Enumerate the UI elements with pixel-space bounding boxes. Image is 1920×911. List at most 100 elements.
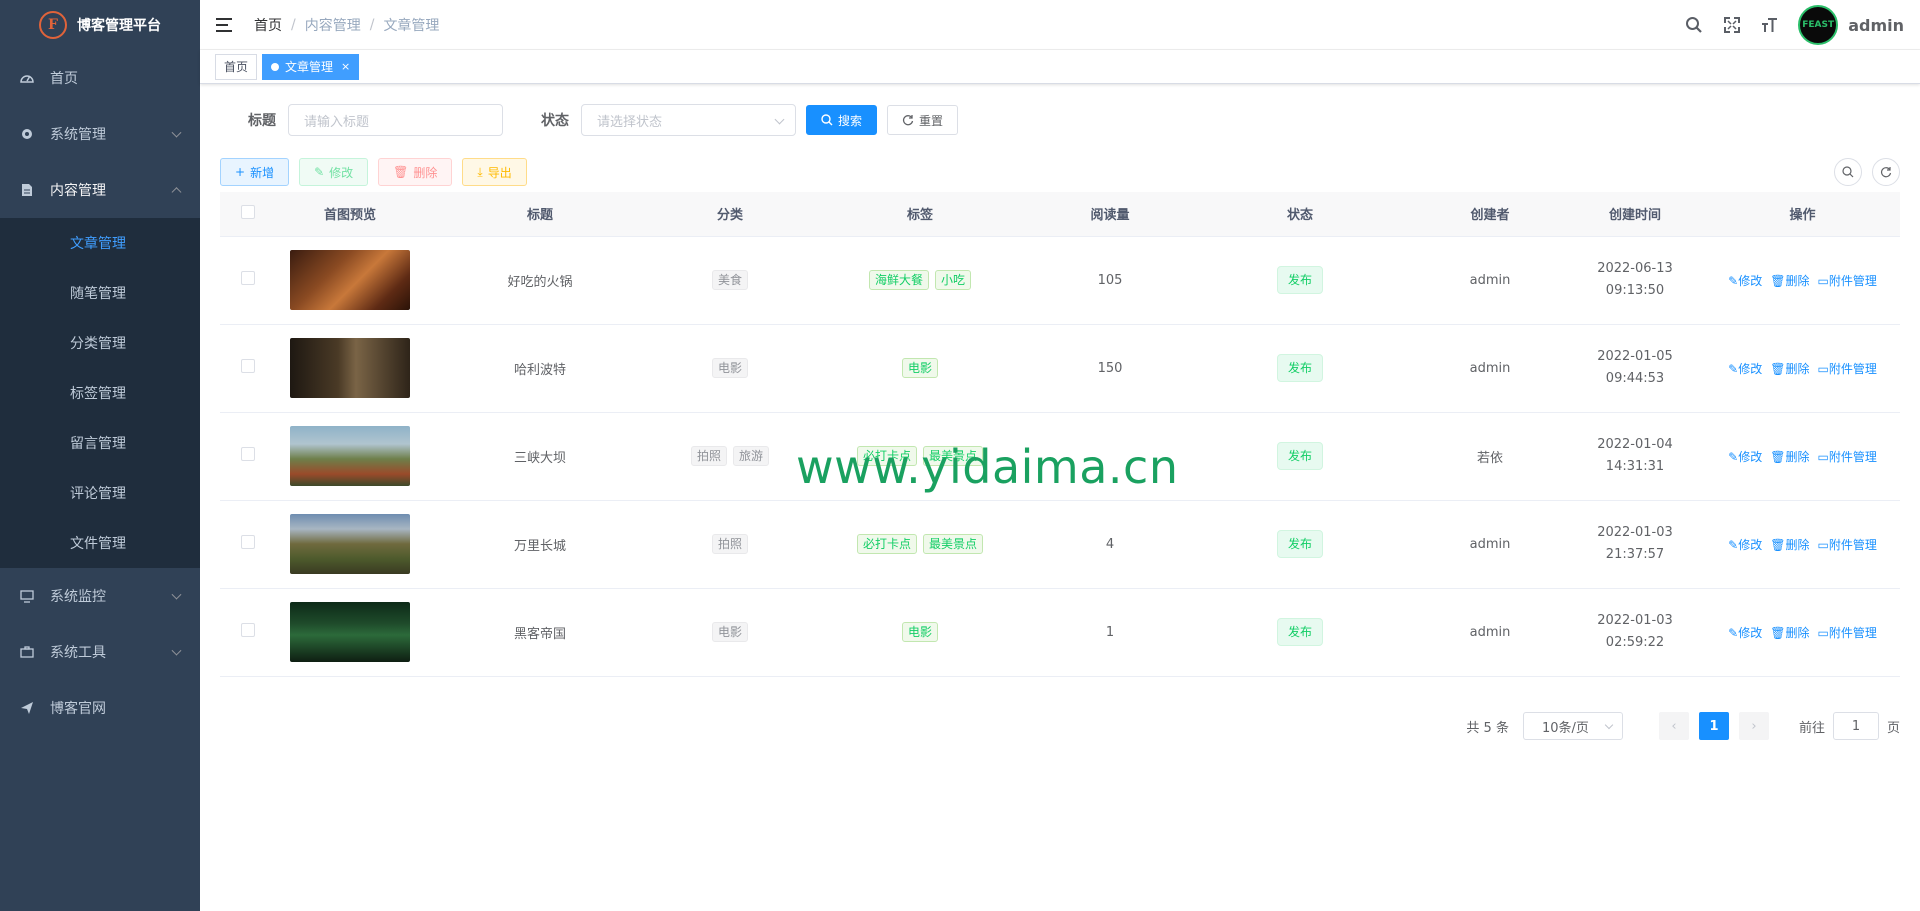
row-edit-button[interactable]: ✎修改 <box>1728 360 1762 377</box>
category-tag: 电影 <box>711 358 748 378</box>
row-delete-button[interactable]: 🗑︎删除 <box>1770 360 1809 377</box>
row-attachment-button[interactable]: ▭附件管理 <box>1817 360 1876 377</box>
table-row[interactable]: 哈利波特 电影 电影 150 发布 admin 2022-01-05 09:44… <box>220 324 1900 413</box>
sidebar-subitem-tags[interactable]: 标签管理 <box>0 368 200 418</box>
sidebar-item-monitor[interactable]: 系统监控 <box>0 568 200 624</box>
row-edit-button[interactable]: ✎修改 <box>1728 624 1762 641</box>
page-number-button[interactable]: 1 <box>1698 712 1729 740</box>
tab-home[interactable]: 首页 <box>215 53 258 80</box>
refresh-icon <box>1880 167 1892 178</box>
hamburger-icon[interactable] <box>216 17 236 33</box>
chevron-down-icon <box>774 114 785 125</box>
select-all-checkbox[interactable] <box>240 204 255 219</box>
table-row[interactable]: 万里长城 拍照 必打卡点 最美景点 4 发布 admin 2022-01-03 2… <box>220 500 1900 589</box>
page-size-select[interactable]: 10条/页 <box>1522 712 1623 740</box>
row-attachment-button[interactable]: ▭附件管理 <box>1817 272 1876 289</box>
table-toolbar: + 新增 ✎ 修改 🗑︎ 删除 ⤓ 导出 <box>220 158 1900 186</box>
cover-image[interactable] <box>290 338 410 398</box>
row-checkbox[interactable] <box>240 535 255 549</box>
sidebar-subitem-messages[interactable]: 留言管理 <box>0 418 200 468</box>
tab-articles[interactable]: 文章管理 × <box>262 53 360 80</box>
prev-page-button[interactable]: ‹ <box>1658 712 1689 740</box>
row-edit-button[interactable]: ✎修改 <box>1728 272 1762 289</box>
avatar[interactable]: FEAST <box>1798 5 1839 45</box>
main-content: 标题 请输入标题 状态 请选择状态 搜索 重置 + 新增 ✎ 修改 🗑︎ 删除 <box>200 84 1920 911</box>
app-logo[interactable]: F 博客管理平台 <box>0 0 200 50</box>
created-time-cell: 2022-01-03 02:59:22 <box>1565 588 1705 677</box>
created-time: 14:31:31 <box>1605 459 1665 474</box>
search-icon[interactable] <box>1684 15 1704 35</box>
row-checkbox[interactable] <box>240 447 255 461</box>
sidebar-item-content[interactable]: 内容管理 <box>0 162 200 218</box>
sidebar-subitem-comments[interactable]: 评论管理 <box>0 468 200 518</box>
export-button[interactable]: ⤓ 导出 <box>462 158 527 186</box>
title-cell: 哈利波特 <box>425 324 655 413</box>
sidebar-subitem-files[interactable]: 文件管理 <box>0 518 200 568</box>
table-row[interactable]: 黑客帝国 电影 电影 1 发布 admin 2022-01-03 02:59:2… <box>220 588 1900 677</box>
sidebar-item-label: 系统工具 <box>50 645 106 661</box>
status-select[interactable]: 请选择状态 <box>581 104 796 136</box>
next-page-button[interactable]: › <box>1738 712 1769 740</box>
table-row[interactable]: 三峡大坝 拍照 旅游 必打卡点 最美景点 发布 若依 2022-01-04 14:3… <box>220 412 1900 501</box>
chevron-up-icon <box>171 187 182 198</box>
thumbnail-cell <box>275 412 425 501</box>
select-all-cell <box>220 192 275 237</box>
articles-table: 首图预览 标题 分类 标签 阅读量 状态 创建者 创建时间 操作 好吃的火锅 美… <box>220 192 1900 677</box>
send-icon <box>20 701 34 715</box>
column-header: 标题 <box>425 192 655 237</box>
search-form: 标题 请输入标题 状态 请选择状态 搜索 重置 <box>222 104 1900 136</box>
row-attachment-button[interactable]: ▭附件管理 <box>1817 536 1876 553</box>
sidebar-item-system[interactable]: 系统管理 <box>0 106 200 162</box>
sidebar-subitem-essays[interactable]: 随笔管理 <box>0 268 200 318</box>
actions-cell: ✎修改 🗑︎删除 ▭附件管理 <box>1705 324 1900 413</box>
sidebar-item-home[interactable]: 首页 <box>0 50 200 106</box>
tags-cell: 必打卡点 最美景点 <box>805 412 1035 501</box>
actions-cell: ✎修改 🗑︎删除 ▭附件管理 <box>1705 236 1900 325</box>
sidebar-subitem-categories[interactable]: 分类管理 <box>0 318 200 368</box>
edit-button[interactable]: ✎ 修改 <box>299 158 369 186</box>
sidebar-item-website[interactable]: 博客官网 <box>0 680 200 736</box>
toggle-search-button[interactable] <box>1834 158 1862 186</box>
font-size-icon[interactable] <box>1760 15 1780 35</box>
row-checkbox[interactable] <box>240 623 255 637</box>
sidebar-item-tools[interactable]: 系统工具 <box>0 624 200 680</box>
title-label: 标题 <box>248 113 276 129</box>
breadcrumb-item-home[interactable]: 首页 <box>254 15 282 35</box>
row-edit-button[interactable]: ✎修改 <box>1728 536 1762 553</box>
status-cell: 发布 <box>1185 324 1415 413</box>
cover-image[interactable] <box>290 426 410 486</box>
delete-button[interactable]: 🗑︎ 删除 <box>378 158 453 186</box>
created-date: 2022-01-03 <box>1597 613 1673 628</box>
cover-image[interactable] <box>290 514 410 574</box>
goto-page-input[interactable]: 1 <box>1832 712 1879 740</box>
row-delete-button[interactable]: 🗑︎删除 <box>1770 536 1809 553</box>
row-attachment-button[interactable]: ▭附件管理 <box>1817 624 1876 641</box>
chevron-down-icon <box>171 589 182 600</box>
sidebar-item-label: 内容管理 <box>50 183 106 199</box>
row-attachment-button[interactable]: ▭附件管理 <box>1817 448 1876 465</box>
table-row[interactable]: 好吃的火锅 美食 海鲜大餐 小吃 105 发布 admin 2022-06-13 … <box>220 236 1900 325</box>
row-checkbox[interactable] <box>240 271 255 285</box>
sidebar-subitem-articles[interactable]: 文章管理 <box>0 218 200 268</box>
search-button[interactable]: 搜索 <box>806 105 878 135</box>
toolbar-right <box>1834 158 1900 186</box>
row-edit-button[interactable]: ✎修改 <box>1728 448 1762 465</box>
created-date: 2022-01-04 <box>1597 437 1673 452</box>
reset-button[interactable]: 重置 <box>887 105 959 135</box>
fullscreen-icon[interactable] <box>1722 15 1742 35</box>
edit-button-label: 修改 <box>329 165 354 180</box>
cover-image[interactable] <box>290 250 410 310</box>
close-icon[interactable]: × <box>341 55 350 79</box>
row-delete-button[interactable]: 🗑︎删除 <box>1770 272 1809 289</box>
refresh-button[interactable] <box>1872 158 1900 186</box>
row-delete-button[interactable]: 🗑︎删除 <box>1770 624 1809 641</box>
search-icon <box>821 114 833 126</box>
add-button[interactable]: + 新增 <box>220 158 290 186</box>
row-checkbox[interactable] <box>240 359 255 373</box>
category-tag: 拍照 <box>711 534 748 554</box>
cover-image[interactable] <box>290 602 410 662</box>
username[interactable]: admin <box>1848 16 1904 35</box>
title-search-input[interactable]: 请输入标题 <box>288 104 503 136</box>
row-delete-button[interactable]: 🗑︎删除 <box>1770 448 1809 465</box>
created-time: 21:37:57 <box>1605 547 1665 562</box>
